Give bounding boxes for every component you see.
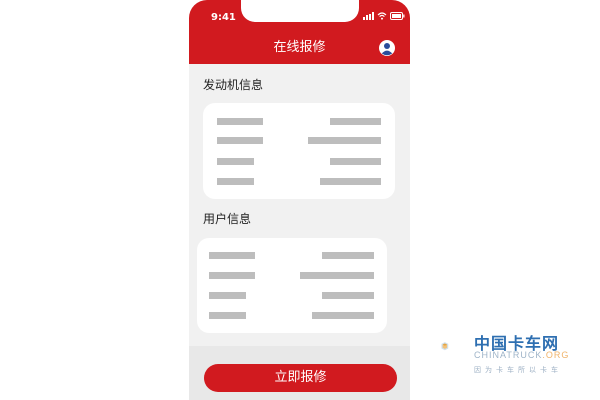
engine-info-card [203,103,395,199]
battery-icon [390,12,405,20]
watermark-slogan: 因为卡车所以卡车 [474,366,562,374]
placeholder-label [217,118,263,125]
placeholder-label [209,292,246,299]
placeholder-label [217,137,263,144]
signal-icon [363,12,374,20]
submit-repair-button[interactable]: 立即报修 [204,364,397,392]
placeholder-label [209,312,246,319]
placeholder-value [300,272,374,279]
engine-section-title: 发动机信息 [203,78,264,92]
placeholder-value [320,178,381,185]
chinatruck-logo-icon [441,342,449,351]
status-time: 9:41 [211,12,236,23]
user-info-card [197,238,387,333]
phone-screen: 9:41 在线报修 发动机信息 用户信息 立即报修 [189,0,410,400]
placeholder-value [308,137,381,144]
placeholder-value [312,312,374,319]
placeholder-value [322,252,374,259]
placeholder-value [330,158,381,165]
placeholder-value [322,292,374,299]
placeholder-label [209,252,255,259]
status-icons [363,12,405,20]
wifi-icon [377,12,387,20]
user-section-title: 用户信息 [203,212,252,226]
user-avatar-icon[interactable] [379,40,395,56]
phone-notch [241,0,359,22]
placeholder-value [330,118,381,125]
placeholder-label [209,272,255,279]
placeholder-label [217,178,254,185]
page-title: 在线报修 [273,40,326,55]
placeholder-label [217,158,254,165]
app-header: 9:41 在线报修 [189,0,410,64]
watermark-site: CHINATRUCK.ORG [474,350,570,360]
